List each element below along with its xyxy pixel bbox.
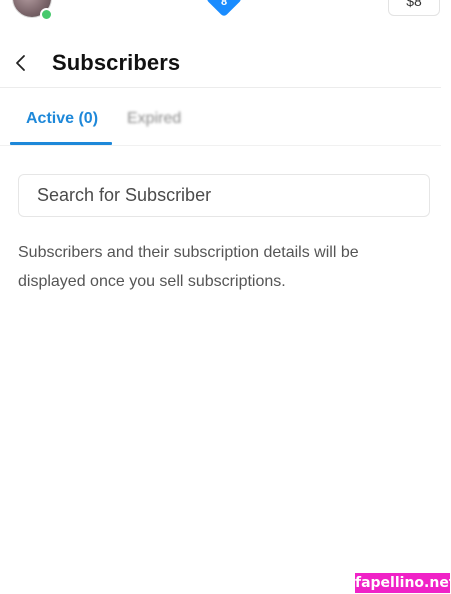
page-title: Subscribers bbox=[52, 50, 181, 75]
chevron-left-icon bbox=[16, 55, 25, 71]
top-bar: 8 $8 bbox=[0, 0, 451, 22]
tab-active[interactable]: Active (0) bbox=[26, 110, 98, 128]
tab-expired[interactable]: Expired bbox=[127, 110, 181, 128]
search-box bbox=[18, 174, 430, 217]
balance-button[interactable]: $8 bbox=[388, 0, 440, 16]
subscriber-tabs: Active (0) Expired bbox=[0, 100, 451, 146]
back-button[interactable] bbox=[8, 48, 34, 78]
notification-count: 8 bbox=[220, 0, 228, 8]
page-header: Subscribers bbox=[0, 40, 451, 88]
search-input[interactable] bbox=[19, 175, 429, 216]
tabs-divider bbox=[0, 145, 441, 146]
watermark: fapellino.net bbox=[355, 573, 451, 593]
header-divider bbox=[0, 87, 441, 88]
online-status-icon bbox=[40, 8, 53, 21]
empty-state-message: Subscribers and their subscription detai… bbox=[18, 244, 359, 290]
